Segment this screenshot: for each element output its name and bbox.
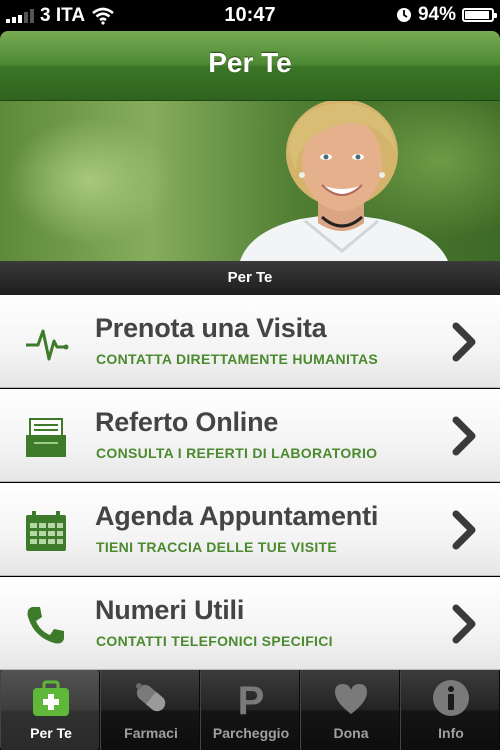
menu-item-agenda-appuntamenti[interactable]: Agenda Appuntamenti TIENI TRACCIA DELLE … — [0, 483, 500, 576]
menu-item-title: Numeri Utili — [95, 595, 245, 625]
menu-item-referto-online[interactable]: Referto Online CONSULTA I REFERTI DI LAB… — [0, 389, 500, 482]
menu-item-prenota-visita[interactable]: Prenota una Visita CONTATTA DIRETTAMENTE… — [0, 295, 500, 388]
tab-farmaci[interactable]: Farmaci — [100, 670, 200, 750]
parking-icon: P — [238, 679, 265, 718]
tab-label: Per Te — [30, 725, 72, 741]
tab-per-te[interactable]: Per Te — [0, 670, 100, 750]
chevron-right-icon — [452, 604, 476, 644]
menu-item-title: Agenda Appuntamenti — [95, 501, 379, 531]
battery-percent: 94% — [417, 4, 456, 25]
doctor-photo — [240, 101, 448, 261]
menu-item-title: Prenota una Visita — [95, 313, 327, 343]
menu-item-subtitle: TIENI TRACCIA DELLE TUE VISITE — [96, 539, 338, 555]
info-icon — [433, 680, 469, 716]
chevron-right-icon — [452, 416, 476, 456]
menu-item-subtitle: CONTATTA DIRETTAMENTE HUMANITAS — [96, 351, 379, 367]
status-bar: 3 ITA 10:47 94% — [0, 0, 500, 31]
tab-label: Farmaci — [124, 725, 178, 741]
hero-image — [0, 101, 500, 261]
navigation-bar: Per Te — [0, 31, 500, 101]
tab-bar: Per Te Farmaci P Parcheggio Dona Info — [0, 670, 500, 750]
heartbeat-icon — [26, 329, 69, 361]
chevron-right-icon — [452, 322, 476, 362]
tab-info[interactable]: Info — [400, 670, 500, 750]
tab-dona[interactable]: Dona — [300, 670, 400, 750]
menu-list: Prenota una Visita CONTATTA DIRETTAMENTE… — [0, 295, 500, 670]
tab-label: Dona — [333, 725, 369, 741]
menu-item-numeri-utili[interactable]: Numeri Utili CONTATTI TELEFONICI SPECIFI… — [0, 577, 500, 670]
battery-icon — [462, 8, 497, 22]
svg-text:P: P — [238, 679, 265, 718]
menu-item-subtitle: CONTATTI TELEFONICI SPECIFICI — [96, 633, 333, 649]
hero-caption: Per Te — [0, 261, 500, 295]
tab-label: Parcheggio — [212, 725, 290, 741]
chevron-right-icon — [452, 510, 476, 550]
battery-fill — [465, 11, 490, 19]
heart-icon — [335, 684, 367, 714]
pill-icon — [136, 683, 166, 712]
menu-item-subtitle: CONSULTA I REFERTI DI LABORATORIO — [96, 445, 378, 461]
tab-parcheggio[interactable]: P Parcheggio — [200, 670, 300, 750]
tab-label: Info — [438, 725, 464, 741]
phone-icon — [27, 607, 64, 644]
status-right: 94% — [396, 4, 497, 26]
inbox-tray-icon — [26, 418, 66, 457]
page-title: Per Te — [208, 47, 292, 78]
medical-kit-icon — [33, 680, 69, 716]
calendar-icon — [26, 511, 66, 551]
menu-item-title: Referto Online — [95, 407, 279, 437]
clock-lock-icon — [396, 8, 411, 22]
